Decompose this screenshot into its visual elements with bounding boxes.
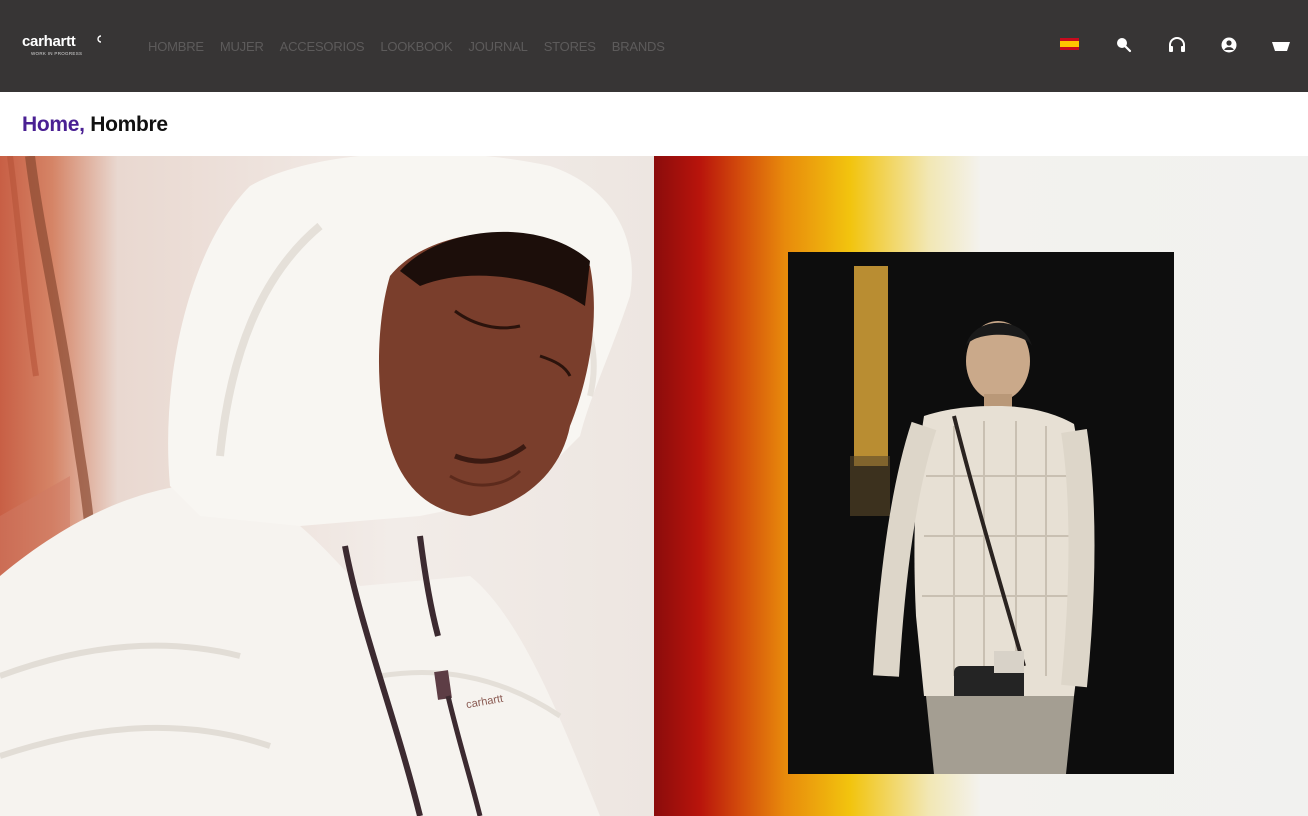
breadcrumb-home-link[interactable]: Home,	[22, 113, 85, 136]
nav-item-brands[interactable]: BRANDS	[612, 39, 665, 55]
nav-item-lookbook[interactable]: LOOKBOOK	[380, 39, 452, 55]
hero-image-left[interactable]: carhartt	[0, 156, 654, 816]
logo-wordmark: carhartt	[22, 33, 76, 50]
nav-item-journal[interactable]: JOURNAL	[468, 39, 527, 55]
cart-icon[interactable]	[1271, 36, 1291, 54]
hero-left-illustration	[0, 156, 632, 816]
nav-item-accesorios[interactable]: ACCESORIOS	[280, 39, 365, 55]
carhartt-logo[interactable]: carhartt WORK IN PROGRESS	[22, 34, 108, 62]
site-header: carhartt WORK IN PROGRESS HOMBRE MUJER A…	[0, 0, 1308, 92]
headset-icon[interactable]	[1167, 36, 1187, 54]
logo-c-mark-icon	[97, 35, 102, 43]
logo-tagline: WORK IN PROGRESS	[31, 51, 83, 56]
search-icon[interactable]	[1114, 36, 1134, 54]
nav-item-mujer[interactable]: MUJER	[220, 39, 264, 55]
nav-item-hombre[interactable]: HOMBRE	[148, 39, 204, 55]
main-navigation: HOMBRE MUJER ACCESORIOS LOOKBOOK JOURNAL…	[148, 39, 665, 55]
account-icon[interactable]	[1219, 36, 1239, 54]
breadcrumb-current: Hombre	[90, 113, 168, 136]
hero-right-illustration	[788, 252, 1174, 774]
spain-flag-icon[interactable]	[1060, 38, 1079, 50]
nav-item-stores[interactable]: STORES	[544, 39, 596, 55]
breadcrumb: Home, Hombre	[22, 113, 168, 141]
hero-image-right[interactable]	[654, 156, 1308, 816]
